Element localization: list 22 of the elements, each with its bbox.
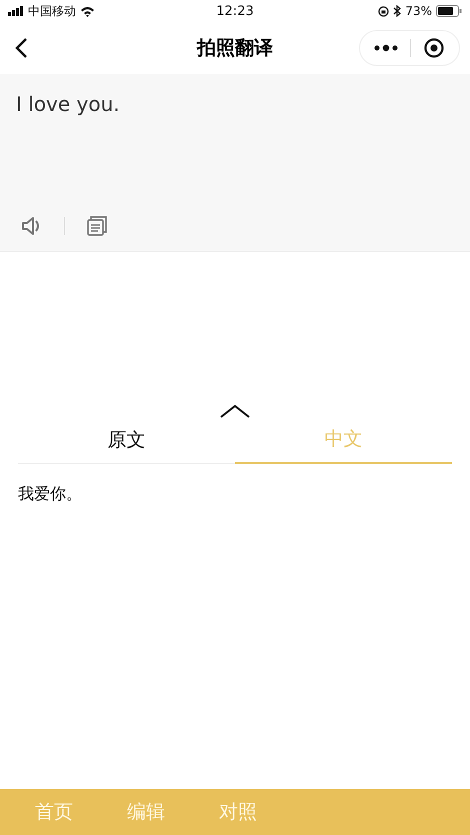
copy-button[interactable] — [85, 215, 109, 237]
lock-rotation-icon — [378, 6, 390, 16]
status-time: 12:23 — [216, 4, 254, 18]
source-text: I love you. — [16, 92, 120, 116]
more-icon — [374, 44, 398, 52]
bottom-bar-item[interactable]: 对照 — [192, 799, 284, 825]
bluetooth-icon — [393, 5, 402, 17]
back-icon — [14, 37, 28, 59]
language-tab[interactable]: 中文 — [235, 422, 452, 464]
page-title: 拍照翻译 — [197, 36, 273, 61]
battery-icon — [436, 5, 462, 17]
chevron-up-icon — [219, 404, 251, 418]
wifi-icon — [80, 6, 95, 16]
language-tab[interactable]: 原文 — [18, 422, 235, 464]
carrier-name: 中国移动 — [28, 2, 76, 20]
bottom-bar-item[interactable]: 编辑 — [100, 799, 192, 825]
bottom-bar-item[interactable]: 首页 — [8, 799, 100, 825]
translation-text: 我爱你。 — [17, 483, 83, 505]
battery-percent: 73% — [405, 4, 432, 18]
signal-icon — [8, 6, 24, 16]
target-icon — [423, 37, 445, 59]
copy-icon — [85, 215, 109, 237]
